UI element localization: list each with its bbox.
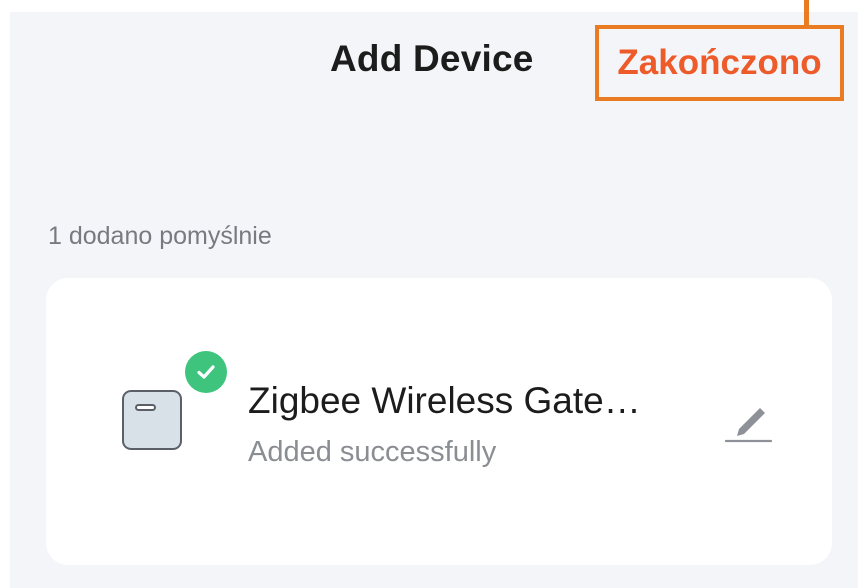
device-indicator-light [135,404,156,411]
pencil-icon[interactable] [722,396,774,448]
checkmark-icon [197,365,215,379]
edit-icon [724,408,773,443]
annotation-pointer-line [804,0,809,27]
device-status: Added successfully [248,436,497,468]
screen: Add Device Zakończono 1 dodano pomyślnie… [0,0,858,588]
page-title: Add Device [330,38,534,79]
success-count-label: 1 dodano pomyślnie [48,222,272,250]
check-icon [185,351,227,393]
done-button[interactable]: Zakończono [595,25,844,101]
gateway-device-icon [122,390,182,450]
device-name: Zigbee Wireless Gate… [248,380,641,421]
